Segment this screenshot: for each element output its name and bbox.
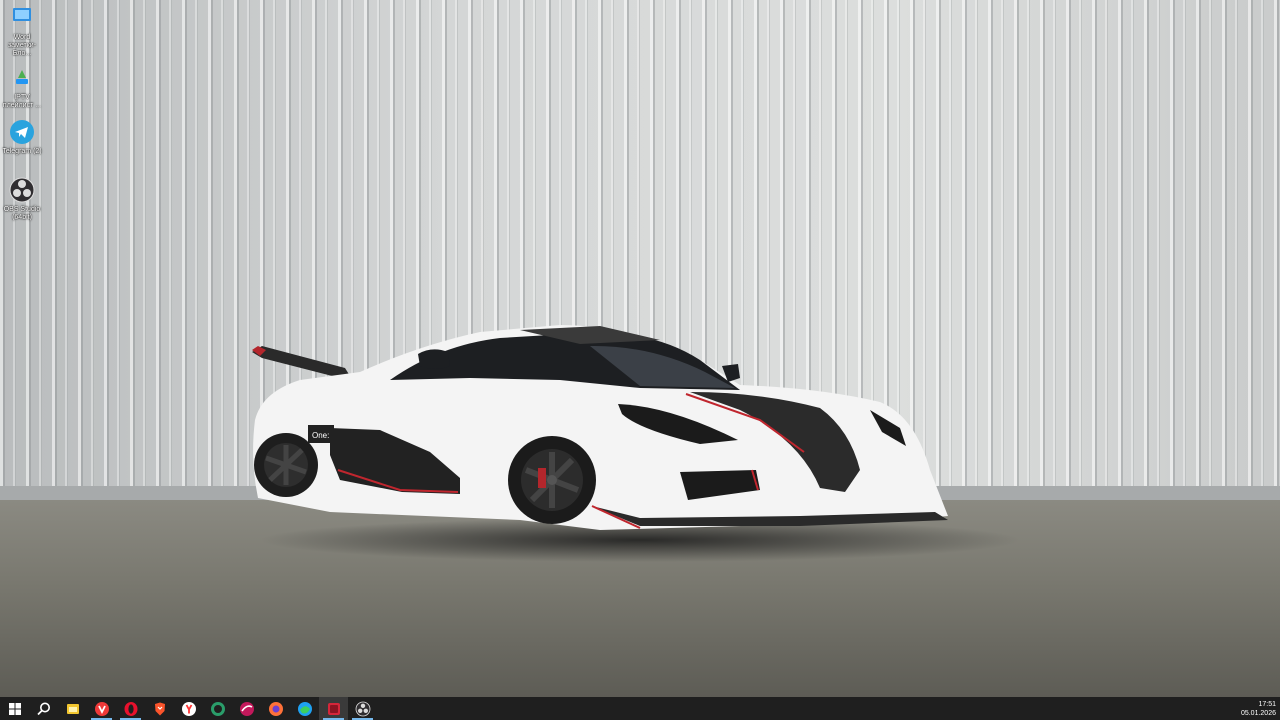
desktop-shortcut-label: Word заметки-Бло... xyxy=(7,34,37,57)
taskbar-active-app[interactable] xyxy=(319,697,348,720)
start-button[interactable] xyxy=(0,697,29,720)
obs-studio-icon xyxy=(9,177,35,203)
taskbar-yandex-browser[interactable] xyxy=(174,697,203,720)
taskbar-obs-studio[interactable] xyxy=(348,697,377,720)
desktop-shortcut-word-notes[interactable]: Word заметки-Бло... xyxy=(2,4,42,58)
clock-time: 17:51 xyxy=(1258,700,1276,708)
search-button[interactable] xyxy=(29,697,58,720)
search-icon xyxy=(36,702,50,715)
desktop-shortcut-iptv[interactable]: IPTV плейлист ... xyxy=(2,64,42,110)
vivaldi-icon xyxy=(94,701,109,716)
taskbar-dragon-browser[interactable] xyxy=(203,697,232,720)
desktop-shortcut-telegram[interactable]: Telegram (2) xyxy=(2,118,42,156)
svg-text:One:: One: xyxy=(312,431,329,440)
iptv-player-icon xyxy=(16,70,28,84)
telegram-icon xyxy=(10,120,34,144)
folder-icon xyxy=(66,703,79,714)
taskbar-edge[interactable] xyxy=(290,697,319,720)
desktop-shortcut-label: IPTV плейлист ... xyxy=(2,94,42,109)
slimjet-icon xyxy=(239,701,254,716)
taskbar-brave[interactable] xyxy=(145,697,174,720)
taskbar-slimjet[interactable] xyxy=(232,697,261,720)
windows-start-icon xyxy=(8,702,21,715)
taskbar-firefox[interactable] xyxy=(261,697,290,720)
system-clock[interactable]: 17:51 05.01.2026 xyxy=(1216,697,1276,720)
taskbar: 17:51 05.01.2026 xyxy=(0,697,1280,720)
opera-icon xyxy=(124,701,137,716)
firefox-icon xyxy=(268,701,283,716)
desktop-shortcut-obs[interactable]: OBS Studio (64bit) xyxy=(2,176,42,222)
desktop-shortcut-label: OBS Studio (64bit) xyxy=(3,206,41,221)
red-app-icon xyxy=(327,702,340,715)
yandex-browser-icon xyxy=(181,701,196,716)
edge-icon xyxy=(297,701,312,716)
taskbar-opera[interactable] xyxy=(116,697,145,720)
brave-icon xyxy=(154,702,165,715)
dragon-browser-icon xyxy=(210,701,225,716)
desktop-wallpaper: One: xyxy=(0,0,1280,697)
taskbar-vivaldi[interactable] xyxy=(87,697,116,720)
computer-folder-icon xyxy=(13,8,31,25)
taskbar-file-explorer[interactable] xyxy=(58,697,87,720)
clock-date: 05.01.2026 xyxy=(1240,709,1276,717)
obs-studio-icon xyxy=(355,701,370,716)
desktop-shortcut-label: Telegram (2) xyxy=(2,148,42,155)
